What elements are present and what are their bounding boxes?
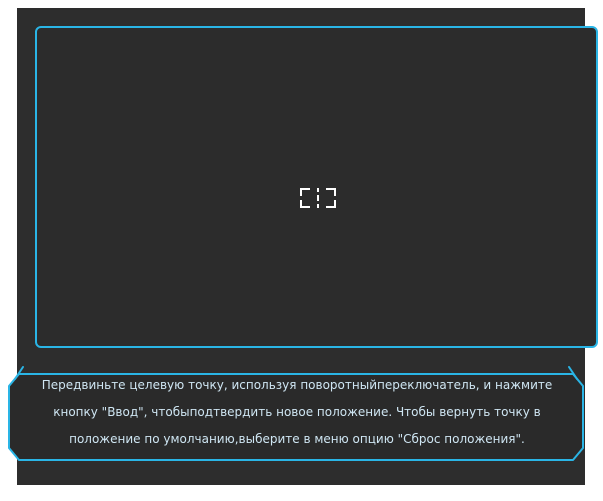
position-preview-area: [35, 26, 598, 348]
target-marker-icon[interactable]: [298, 179, 338, 217]
instruction-text: Передвиньте целевую точку, используя пов…: [41, 378, 553, 446]
instruction-banner: Передвиньте целевую точку, используя пов…: [5, 360, 587, 463]
